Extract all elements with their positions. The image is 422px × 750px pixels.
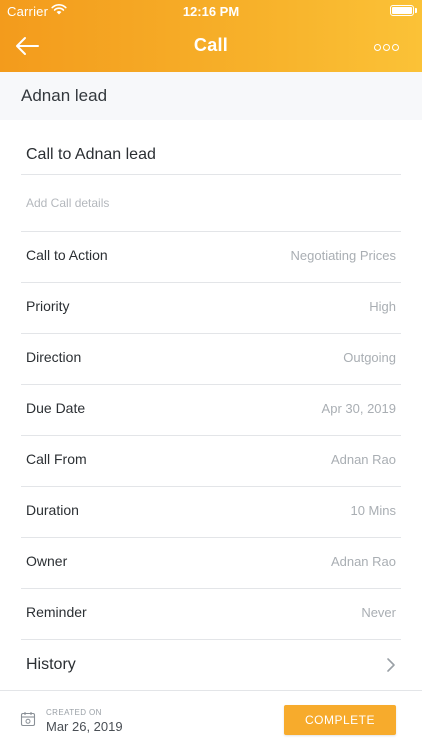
battery-icon (390, 5, 414, 16)
created-on-label: CREATED ON (46, 708, 102, 717)
history-label: History (26, 656, 76, 673)
divider (21, 174, 401, 175)
field-value: 10 Mins (350, 503, 396, 518)
field-priority[interactable]: Priority High (0, 282, 422, 333)
app-header: Carrier 12:16 PM Call (0, 0, 422, 72)
field-call-to-action[interactable]: Call to Action Negotiating Prices (0, 231, 422, 282)
call-subject[interactable]: Call to Adnan lead (26, 146, 156, 164)
complete-button[interactable]: COMPLETE (284, 705, 396, 735)
more-options-button[interactable] (374, 40, 404, 54)
record-header: Adnan lead (0, 72, 422, 120)
more-dot-icon (392, 43, 399, 51)
field-label: Direction (26, 349, 82, 365)
more-dot-icon (374, 43, 381, 51)
field-duration[interactable]: Duration 10 Mins (0, 486, 422, 537)
more-dot-icon (383, 43, 390, 51)
field-value: Negotiating Prices (290, 248, 397, 263)
field-owner[interactable]: Owner Adnan Rao (0, 537, 422, 588)
call-details-field[interactable]: Add Call details (26, 196, 109, 210)
field-label: Call to Action (26, 247, 108, 263)
field-value: Outgoing (343, 350, 396, 365)
field-call-from[interactable]: Call From Adnan Rao (0, 435, 422, 486)
created-date: Mar 26, 2019 (46, 719, 123, 734)
field-value: Never (361, 605, 396, 620)
field-value: Adnan Rao (330, 554, 396, 569)
arrow-left-icon (16, 37, 39, 55)
nav-bar: Call (0, 22, 422, 72)
field-label: Call From (26, 451, 87, 467)
field-due-date[interactable]: Due Date Apr 30, 2019 (0, 384, 422, 435)
field-label: Due Date (26, 400, 86, 416)
footer-bar: CREATED ON Mar 26, 2019 COMPLETE (0, 690, 422, 750)
chevron-right-icon (387, 658, 395, 672)
field-reminder[interactable]: Reminder Never (0, 588, 422, 639)
battery-tip (415, 8, 417, 13)
field-direction[interactable]: Direction Outgoing (0, 333, 422, 384)
page-title: Call (193, 35, 229, 55)
field-label: Priority (26, 298, 70, 314)
calendar-icon (20, 712, 36, 727)
field-label: Duration (26, 502, 79, 518)
field-value: Adnan Rao (330, 452, 396, 467)
history-row[interactable]: History (0, 639, 422, 690)
status-time: 12:16 PM (182, 4, 240, 19)
field-value: High (369, 299, 396, 314)
status-bar: Carrier 12:16 PM (0, 0, 422, 22)
record-name[interactable]: Adnan lead (21, 86, 107, 106)
back-button[interactable] (14, 34, 44, 60)
field-value: Apr 30, 2019 (321, 401, 396, 416)
field-label: Reminder (26, 604, 87, 620)
field-label: Owner (26, 553, 68, 569)
